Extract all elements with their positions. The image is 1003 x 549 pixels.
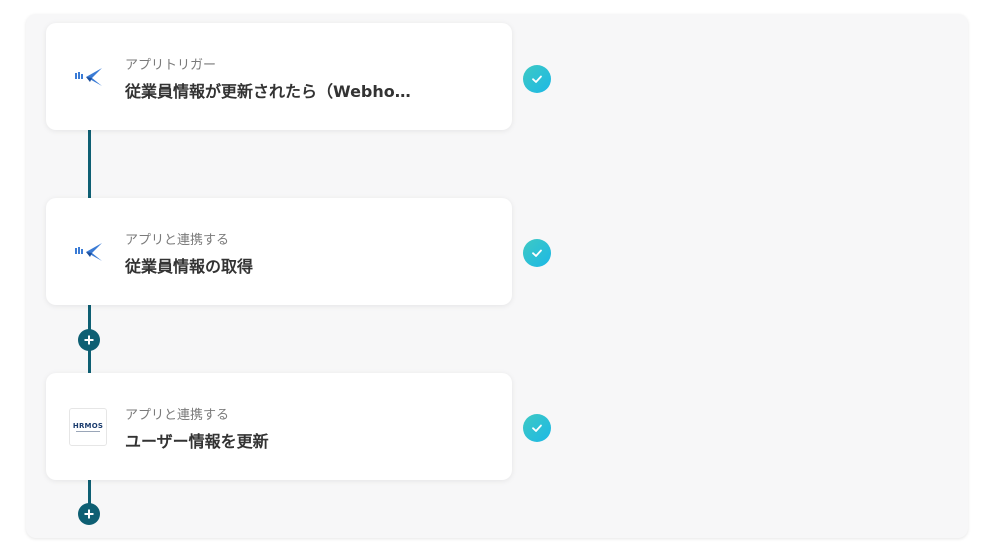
plane-app-icon <box>68 232 108 272</box>
flow-step-card-trigger[interactable]: アプリトリガー 従業員情報が更新されたら（Webho… <box>46 23 512 130</box>
flow-connector <box>88 480 91 505</box>
plane-app-icon <box>68 57 108 97</box>
add-step-button[interactable] <box>78 503 100 525</box>
step-title: ユーザー情報を更新 <box>125 432 269 451</box>
flow-step-card-update-user[interactable]: HRMOS アプリと連携する ユーザー情報を更新 <box>46 373 512 480</box>
plus-icon <box>84 509 94 519</box>
step-completed-check <box>523 239 551 267</box>
step-title: 従業員情報の取得 <box>125 257 254 276</box>
step-type-label: アプリと連携する <box>125 233 230 248</box>
hrmos-logo-text: HRMOS <box>72 422 104 430</box>
check-icon <box>532 424 542 432</box>
plus-icon <box>84 335 94 345</box>
flow-connector <box>88 130 91 200</box>
add-step-button[interactable] <box>78 329 100 351</box>
step-type-label: アプリと連携する <box>125 408 230 423</box>
hrmos-logo: HRMOS <box>69 408 107 446</box>
step-title: 従業員情報が更新されたら（Webho… <box>125 82 411 101</box>
check-icon <box>532 249 542 257</box>
check-icon <box>532 75 542 83</box>
step-type-label: アプリトリガー <box>125 58 217 73</box>
flow-step-card-get-employee[interactable]: アプリと連携する 従業員情報の取得 <box>46 198 512 305</box>
hrmos-app-icon: HRMOS <box>68 407 108 447</box>
step-completed-check <box>523 414 551 442</box>
step-completed-check <box>523 65 551 93</box>
